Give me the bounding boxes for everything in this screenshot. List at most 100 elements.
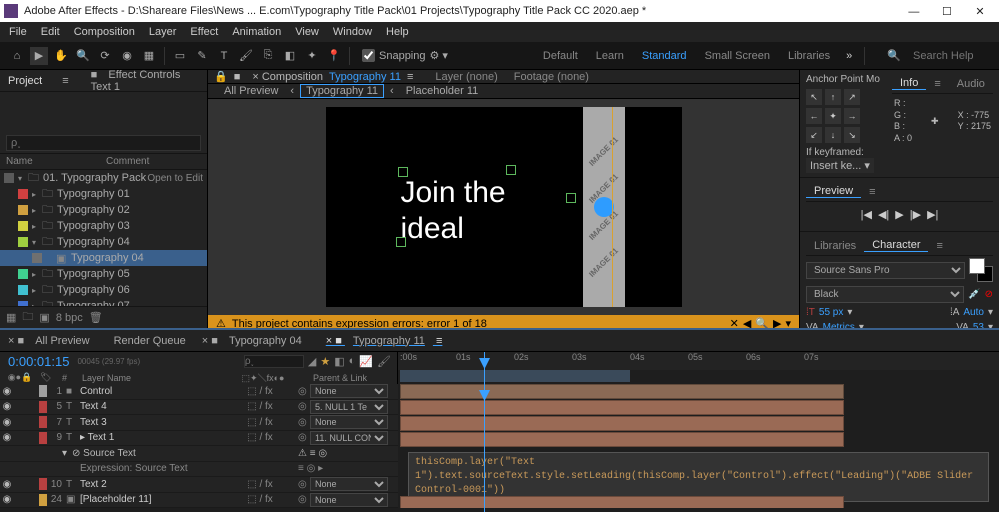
menu-effect[interactable]: Effect	[183, 26, 225, 38]
crumb-placeholder[interactable]: Placeholder 11	[400, 85, 485, 97]
frame-blend-icon[interactable]: ◧	[334, 355, 344, 368]
crumb-forward-icon[interactable]: ‹	[384, 85, 400, 97]
anchor-point-grid[interactable]: ↖↑↗ ←✦→ ↙↓↘	[806, 89, 886, 143]
character-tab[interactable]: Character	[864, 239, 928, 252]
tl-tab-all-preview[interactable]: × ■ All Preview	[0, 335, 106, 347]
selection-handle[interactable]	[398, 167, 408, 177]
prev-frame-icon[interactable]: ◀|	[878, 208, 889, 221]
visibility-toggle[interactable]: ◉	[0, 479, 14, 490]
leading-value[interactable]: Auto	[963, 307, 984, 318]
project-item[interactable]: ▸🗀Typography 03	[0, 218, 207, 234]
orbit-tool[interactable]: ⟳	[96, 47, 114, 65]
puppet-tool[interactable]: 📍	[325, 47, 343, 65]
menu-layer[interactable]: Layer	[142, 26, 184, 38]
panel-menu-icon[interactable]: ≡	[928, 240, 950, 252]
last-frame-icon[interactable]: ▶|	[927, 208, 938, 221]
selection-handle[interactable]	[506, 165, 516, 175]
workspace-default[interactable]: Default	[535, 48, 586, 64]
trash-icon[interactable]: 🗑	[89, 311, 103, 324]
graph-editor-icon[interactable]: 📈	[359, 355, 373, 368]
home-tool[interactable]: ⌂	[8, 47, 26, 65]
font-style-dropdown[interactable]: Black	[806, 286, 964, 303]
layer-row[interactable]: ◉7TText 3⬚ / fx◎None	[0, 415, 398, 431]
comp-tab-name[interactable]: Typography 11	[329, 71, 401, 83]
current-time[interactable]: 0:00:01:15	[0, 352, 77, 371]
effect-controls-tab[interactable]: ■ Effect Controls Text 1	[83, 70, 207, 93]
roto-tool[interactable]: ✦	[303, 47, 321, 65]
av-col-icon[interactable]: ◉●🔒	[0, 372, 40, 383]
layer-row[interactable]: ◉9T▸ Text 1⬚ / fx◎11. NULL CON	[0, 431, 398, 447]
col-name[interactable]: Name	[6, 156, 106, 167]
layer-tab[interactable]: Layer (none)	[435, 71, 497, 83]
search-help-input[interactable]	[913, 50, 993, 62]
project-item[interactable]: ▾🗀Typography 04	[0, 234, 207, 250]
crumb-all-preview[interactable]: All Preview	[218, 85, 284, 97]
timeline-search-input[interactable]	[244, 355, 304, 368]
menu-animation[interactable]: Animation	[225, 26, 288, 38]
no-fill-icon[interactable]: ⊘	[985, 289, 993, 300]
composition-viewer[interactable]: IMAGE 01 IMAGE 01 IMAGE 01 IMAGE 01 Join…	[208, 99, 799, 315]
play-icon[interactable]: ▶	[895, 208, 903, 221]
minimize-button[interactable]: —	[899, 6, 929, 18]
fill-stroke-swatch[interactable]	[969, 258, 993, 282]
pen-tool[interactable]: ✎	[193, 47, 211, 65]
switches-col[interactable]: ⬚✦＼fx◐●	[225, 371, 301, 384]
workspace-libraries[interactable]: Libraries	[780, 48, 838, 64]
project-item[interactable]: ▸🗀Typography 07	[0, 298, 207, 306]
crumb-active[interactable]: Typography 11	[300, 84, 384, 98]
project-item[interactable]: ▸🗀Typography 05	[0, 266, 207, 282]
crumb-back-icon[interactable]: ‹	[284, 85, 300, 97]
shy-icon[interactable]: ◢	[308, 355, 316, 368]
interpret-footage-icon[interactable]: ▦	[6, 311, 16, 324]
new-comp-icon[interactable]: ▣	[39, 311, 49, 324]
next-frame-icon[interactable]: |▶	[910, 208, 921, 221]
project-item[interactable]: ▸🗀Typography 06	[0, 282, 207, 298]
menu-view[interactable]: View	[288, 26, 326, 38]
preview-tab[interactable]: Preview	[806, 185, 861, 198]
draft-3d-icon[interactable]: ★	[320, 355, 330, 368]
error-prev-icon[interactable]: ◀	[743, 317, 751, 328]
insert-keyframe-dropdown[interactable]: Insert ke... ▾	[806, 158, 874, 173]
audio-tab[interactable]: Audio	[949, 78, 993, 90]
comp-tab-menu-icon[interactable]: ≡	[401, 71, 419, 83]
first-frame-icon[interactable]: |◀	[861, 208, 872, 221]
type-tool[interactable]: T	[215, 47, 233, 65]
libraries-tab[interactable]: Libraries	[806, 240, 864, 252]
eraser-tool[interactable]: ◧	[281, 47, 299, 65]
eyedropper-icon[interactable]: 💉	[968, 289, 980, 300]
layer-row[interactable]: ◉1■Control⬚ / fx◎None	[0, 384, 398, 400]
selection-tool[interactable]: ▶	[30, 47, 48, 65]
font-size-value[interactable]: 55 px	[819, 307, 843, 318]
visibility-toggle[interactable]: ◉	[0, 432, 14, 443]
tl-tab-typography-11[interactable]: × ■ Typography 11 ≡	[318, 335, 451, 347]
motion-blur-icon[interactable]: ◐	[349, 355, 356, 368]
maximize-button[interactable]: ☐	[932, 5, 962, 18]
footage-tab[interactable]: Footage (none)	[514, 71, 589, 83]
close-button[interactable]: ✕	[965, 5, 995, 18]
menu-composition[interactable]: Composition	[67, 26, 142, 38]
visibility-toggle[interactable]: ◉	[0, 494, 14, 505]
search-help[interactable]: 🔍	[879, 47, 993, 64]
layer-row[interactable]: ◉5TText 4⬚ / fx◎5. NULL 1 Te	[0, 400, 398, 416]
selection-handle[interactable]	[566, 193, 576, 203]
panel-menu-icon[interactable]: ≡	[861, 186, 883, 198]
menu-file[interactable]: File	[2, 26, 34, 38]
rotate-tool[interactable]: ◉	[118, 47, 136, 65]
tl-tab-render-queue[interactable]: Render Queue	[106, 335, 194, 347]
menu-edit[interactable]: Edit	[34, 26, 67, 38]
project-item[interactable]: ▾🗀01. Typography PackOpen to Edit	[0, 170, 207, 186]
comp-lock-icon[interactable]: 🔒	[214, 70, 228, 83]
col-comment[interactable]: Comment	[106, 156, 149, 167]
expression-text[interactable]: thisComp.layer("Text 1").text.sourceText…	[408, 452, 989, 502]
workspace-small-screen[interactable]: Small Screen	[697, 48, 778, 64]
visibility-toggle[interactable]: ◉	[0, 401, 14, 412]
workspace-more-icon[interactable]: »	[840, 50, 858, 62]
bpc-label[interactable]: 8 bpc	[56, 312, 83, 324]
error-menu-icon[interactable]: ▾	[785, 317, 791, 328]
new-folder-icon[interactable]: 🗀	[22, 308, 33, 327]
project-tab[interactable]: Project	[0, 75, 50, 87]
project-item[interactable]: ▸🗀Typography 01	[0, 186, 207, 202]
paint-icon[interactable]: 🖌	[377, 355, 391, 368]
layer-outline[interactable]: ◉1■Control⬚ / fx◎None◉5TText 4⬚ / fx◎5. …	[0, 384, 398, 508]
expression-row[interactable]: Expression: Source Text≡ ◎ ▸	[0, 462, 398, 478]
